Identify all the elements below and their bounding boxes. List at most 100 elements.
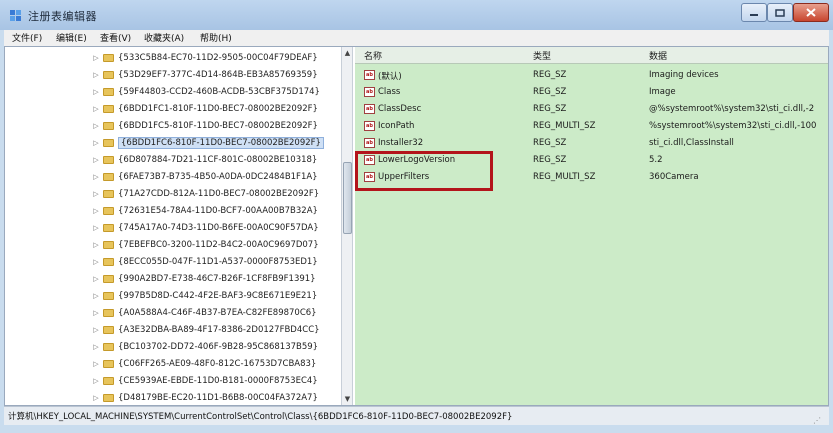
folder-icon (103, 257, 114, 266)
tree-item-label: {7EBEFBC0-3200-11D2-B4C2-00A0C9697D07} (118, 239, 319, 250)
tree-item[interactable]: ▷ {D48179BE-EC20-11D1-B6B8-00C04FA372A7} (91, 389, 318, 405)
key-tree-pane[interactable]: ▷ {533C5B84-EC70-11D2-9505-00C04F79DEAF} ▷… (5, 47, 341, 405)
value-row[interactable]: ab Installer32 REG_SZ sti_ci.dll,ClassInsta… (355, 135, 828, 152)
tree-item[interactable]: ▷ {533C5B84-EC70-11D2-9505-00C04F79DEAF} (91, 49, 317, 66)
close-icon (806, 8, 816, 17)
tree-item-label: {6FAE73B7-B735-4B50-A0DA-0DC2484B1F1A} (118, 171, 318, 182)
tree-item[interactable]: ▷ {990A2BD7-E738-46C7-B26F-1CF8FB9F1391} (91, 270, 315, 287)
maximize-button[interactable] (767, 3, 793, 22)
expand-arrow-icon[interactable]: ▷ (91, 326, 101, 334)
value-type: REG_SZ (533, 138, 567, 148)
folder-icon (103, 240, 114, 249)
value-name: (默认) (378, 72, 402, 82)
tree-item[interactable]: ▷ {A0A588A4-C46F-4B37-B7EA-C82FE89870C6} (91, 304, 316, 321)
values-list-pane[interactable]: 名称 类型 数据 ab (默认) REG_SZ Imaging devices ab Cl… (355, 47, 828, 405)
expand-arrow-icon[interactable]: ▷ (91, 377, 101, 385)
menu-file[interactable]: 文件(F) (12, 31, 42, 44)
tree-item[interactable]: ▷ {997B5D8D-C442-4F2E-BAF3-9C8E671E9E21} (91, 287, 317, 304)
tree-item[interactable]: ▷ {8ECC055D-047F-11D1-A537-0000F8753ED1} (91, 253, 317, 270)
tree-item-label: {6D807884-7D21-11CF-801C-08002BE10318} (118, 154, 318, 165)
minimize-icon (750, 13, 758, 16)
expand-arrow-icon[interactable]: ▷ (91, 139, 101, 147)
expand-arrow-icon[interactable]: ▷ (91, 258, 101, 266)
expand-arrow-icon[interactable]: ▷ (91, 122, 101, 130)
tree-item[interactable]: ▷ {53D29EF7-377C-4D14-864B-EB3A85769359} (91, 66, 317, 83)
tree-item-label: {745A17A0-74D3-11D0-B6FE-00A0C90F57DA} (118, 222, 319, 233)
expand-arrow-icon[interactable]: ▷ (91, 207, 101, 215)
expand-arrow-icon[interactable]: ▷ (91, 224, 101, 232)
menu-favorites[interactable]: 收藏夹(A) (144, 31, 184, 44)
tree-item-label: {6BDD1FC6-810F-11D0-BEC7-08002BE2092F} (118, 136, 324, 149)
expand-arrow-icon[interactable]: ▷ (91, 343, 101, 351)
column-header-data[interactable]: 数据 (649, 49, 667, 62)
tree-item[interactable]: ▷ {6BDD1FC5-810F-11D0-BEC7-08002BE2092F} (91, 117, 318, 134)
tree-item[interactable]: ▷ {7EBEFBC0-3200-11D2-B4C2-00A0C9697D07} (91, 236, 319, 253)
value-row[interactable]: ab (默认) REG_SZ Imaging devices (355, 67, 828, 84)
menu-edit[interactable]: 编辑(E) (56, 31, 87, 44)
title-bar[interactable]: 注册表编辑器 (0, 0, 833, 30)
value-data: Imaging devices (649, 70, 719, 80)
value-row[interactable]: ab ClassDesc REG_SZ @%systemroot%\system32\… (355, 101, 828, 118)
tree-item[interactable]: ▷ {745A17A0-74D3-11D0-B6FE-00A0C90F57DA} (91, 219, 319, 236)
expand-arrow-icon[interactable]: ▷ (91, 394, 101, 402)
value-row[interactable]: ab IconPath REG_MULTI_SZ %systemroot%\syste… (355, 118, 828, 135)
scroll-up-arrow-icon[interactable]: ▲ (343, 48, 352, 58)
expand-arrow-icon[interactable]: ▷ (91, 360, 101, 368)
value-row[interactable]: ab Class REG_SZ Image (355, 84, 828, 101)
tree-vertical-scrollbar[interactable]: ▲ ▼ (341, 47, 353, 405)
tree-item[interactable]: ▷ {C06FF265-AE09-48F0-812C-16753D7CBA83} (91, 355, 316, 372)
value-data: @%systemroot%\system32\sti_ci.dll,-2 (649, 104, 815, 114)
tree-item[interactable]: ▷ {72631E54-78A4-11D0-BCF7-00AA00B7B32A} (91, 202, 318, 219)
close-button[interactable] (793, 3, 829, 22)
scroll-thumb[interactable] (343, 162, 352, 234)
expand-arrow-icon[interactable]: ▷ (91, 275, 101, 283)
tree-item[interactable]: ▷ {CE5939AE-EBDE-11D0-B181-0000F8753EC4} (91, 372, 317, 389)
value-type: REG_SZ (533, 87, 567, 97)
expand-arrow-icon[interactable]: ▷ (91, 173, 101, 181)
value-type: REG_MULTI_SZ (533, 121, 596, 131)
tree-item-label: {997B5D8D-C442-4F2E-BAF3-9C8E671E9E21} (118, 290, 318, 301)
minimize-button[interactable] (741, 3, 767, 22)
column-header-name[interactable]: 名称 (364, 49, 382, 62)
menu-view[interactable]: 查看(V) (100, 31, 131, 44)
highlight-annotation-box (355, 151, 493, 191)
expand-arrow-icon[interactable]: ▷ (91, 54, 101, 62)
folder-icon (103, 172, 114, 181)
tree-item-label: {71A27CDD-812A-11D0-BEC7-08002BE2092F} (118, 188, 320, 199)
expand-arrow-icon[interactable]: ▷ (91, 190, 101, 198)
tree-item[interactable]: ▷ {A3E32DBA-BA89-4F17-8386-2D0127FBD4CC} (91, 321, 319, 338)
column-header-type[interactable]: 类型 (533, 49, 551, 62)
tree-item-label: {6BDD1FC5-810F-11D0-BEC7-08002BE2092F} (118, 120, 318, 131)
folder-icon (103, 359, 114, 368)
window-title: 注册表编辑器 (28, 10, 97, 23)
tree-item[interactable]: ▷ {6BDD1FC6-810F-11D0-BEC7-08002BE2092F} (91, 134, 324, 151)
expand-arrow-icon[interactable]: ▷ (91, 156, 101, 164)
value-type: REG_SZ (533, 70, 567, 80)
value-type: REG_MULTI_SZ (533, 172, 596, 182)
value-data: Image (649, 87, 676, 97)
scroll-down-arrow-icon[interactable]: ▼ (343, 394, 352, 404)
tree-item[interactable]: ▷ {71A27CDD-812A-11D0-BEC7-08002BE2092F} (91, 185, 319, 202)
menu-help[interactable]: 帮助(H) (200, 31, 232, 44)
value-data: sti_ci.dll,ClassInstall (649, 138, 734, 148)
expand-arrow-icon[interactable]: ▷ (91, 241, 101, 249)
tree-item[interactable]: ▷ {6FAE73B7-B735-4B50-A0DA-0DC2484B1F1A} (91, 168, 318, 185)
tree-indent-area (5, 47, 89, 405)
tree-item-label: {6BDD1FC1-810F-11D0-BEC7-08002BE2092F} (118, 103, 318, 114)
registry-editor-icon (10, 10, 21, 21)
string-value-icon: ab (364, 138, 375, 148)
value-name: IconPath (378, 121, 415, 131)
resize-grip-icon[interactable]: ⋰ (813, 416, 821, 425)
expand-arrow-icon[interactable]: ▷ (91, 105, 101, 113)
status-path: 计算机\HKEY_LOCAL_MACHINE\SYSTEM\CurrentCon… (8, 412, 513, 422)
tree-item[interactable]: ▷ {6BDD1FC1-810F-11D0-BEC7-08002BE2092F} (91, 100, 318, 117)
expand-arrow-icon[interactable]: ▷ (91, 292, 101, 300)
tree-item[interactable]: ▷ {59F44803-CCD2-460B-ACDB-53CBF375D174} (91, 83, 320, 100)
tree-item-label: {59F44803-CCD2-460B-ACDB-53CBF375D174} (118, 86, 320, 97)
expand-arrow-icon[interactable]: ▷ (91, 88, 101, 96)
tree-item[interactable]: ▷ {BC103702-DD72-406F-9B28-95C868137B59} (91, 338, 318, 355)
folder-icon (103, 87, 114, 96)
expand-arrow-icon[interactable]: ▷ (91, 71, 101, 79)
expand-arrow-icon[interactable]: ▷ (91, 309, 101, 317)
tree-item[interactable]: ▷ {6D807884-7D21-11CF-801C-08002BE10318} (91, 151, 317, 168)
